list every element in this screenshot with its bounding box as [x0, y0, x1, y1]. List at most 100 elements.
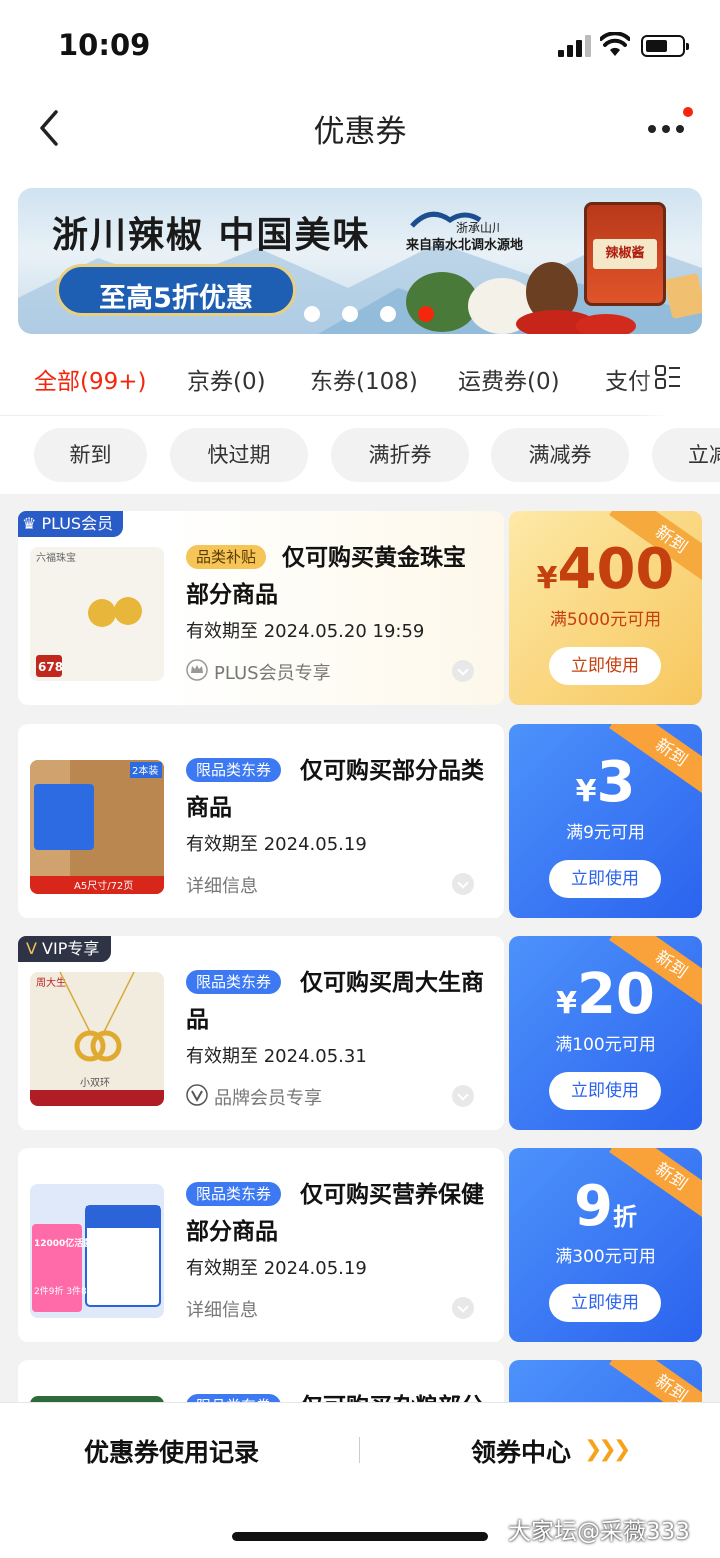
use-now-button[interactable]: 立即使用 — [549, 1284, 661, 1322]
expand-chevron-icon[interactable] — [452, 660, 474, 682]
more-menu-icon[interactable] — [646, 114, 692, 144]
plus-badge: ♛ PLUS会员 — [18, 511, 124, 537]
coupon-condition: 满9元可用 — [566, 823, 645, 843]
coupon-amount: ¥3 — [509, 750, 702, 815]
coupon-value-panel: 新到 ¥20 满100元可用 立即使用 — [509, 936, 702, 1130]
tab-jingquan[interactable]: 京券(0) — [187, 362, 266, 396]
coupon-title: 仅可购买周大生商品 — [186, 970, 484, 1033]
svg-text:678: 678 — [38, 660, 63, 674]
coupon-card[interactable]: 12000亿活菌 2件9折 3件8折 限品类东券 仅可购买营养保健部分商品 有效… — [18, 1143, 702, 1347]
tab-dongquan[interactable]: 东券(108) — [310, 362, 418, 396]
notch — [502, 700, 512, 710]
notch — [502, 913, 512, 923]
coupon-value-panel: 新到 ¥3 满9元可用 立即使用 — [509, 724, 702, 918]
coupon-amount: ¥20 — [509, 962, 702, 1027]
divider — [359, 1437, 360, 1463]
currency-symbol: ¥ — [575, 774, 597, 809]
coupon-card[interactable]: 2本装 A5尺寸/72页 限品类东券 仅可购买部分品类商品 有效期至 2024.… — [18, 719, 702, 923]
svg-text:小双环: 小双环 — [80, 1077, 110, 1089]
coupon-amount: 9折 — [509, 1174, 702, 1239]
tab-shipping[interactable]: 运费券(0) — [458, 362, 560, 396]
coupon-info: 2本装 A5尺寸/72页 限品类东券 仅可购买部分品类商品 有效期至 2024.… — [18, 724, 504, 918]
use-now-button[interactable]: 立即使用 — [549, 860, 661, 898]
jewelry-image: 六福珠宝 678 — [36, 551, 142, 677]
coupon-details-link[interactable]: 详细信息 — [186, 1296, 258, 1322]
notch — [502, 506, 512, 516]
banner-promo-text: 至高5折优惠 — [99, 283, 253, 314]
carousel-dot-active[interactable] — [418, 306, 434, 322]
coupon-value-panel: 新到 ¥400 满5000元可用 立即使用 — [509, 511, 702, 705]
sauce-jar: 辣椒酱 — [584, 202, 666, 306]
coupon-details-link[interactable]: 详细信息 — [186, 872, 258, 898]
product-thumbnail: 六福珠宝 678 — [30, 547, 164, 681]
notch — [502, 1143, 512, 1153]
chip-discount[interactable]: 满折券 — [331, 428, 469, 482]
use-now-button[interactable]: 立即使用 — [549, 1072, 661, 1110]
expand-chevron-icon[interactable] — [452, 873, 474, 895]
chip-new[interactable]: 新到 — [34, 428, 147, 482]
banner-promo-pill: 至高5折优惠 — [56, 264, 296, 316]
battery-icon — [641, 35, 689, 57]
coupon-info: 周大生 小双环 限品类东券 仅可购买周大生商品 有效期至 2024.05.31 … — [18, 936, 504, 1130]
coupon-center-button[interactable]: 领券中心 — [471, 1433, 571, 1469]
coupon-footer: PLUS会员专享 — [214, 663, 331, 684]
carousel-dot[interactable] — [342, 306, 358, 322]
chip-instant[interactable]: 立减券 — [652, 428, 720, 482]
category-tabs: 全部(99+) 京券(0) 东券(108) 运费券(0) 支付 — [0, 340, 720, 416]
filter-chips: 新到 快过期 满折券 满减券 立减券 — [0, 416, 720, 494]
nav-bar: 优惠券 — [0, 88, 720, 174]
coupon-expiry: 有效期至 2024.05.19 — [186, 834, 367, 855]
jar-label: 辣椒酱 — [593, 239, 657, 269]
vip-badge-label: VIP专享 — [42, 939, 100, 958]
status-bar: 10:09 — [0, 0, 720, 88]
coupon-title: 仅可购买部分品类商品 — [186, 758, 484, 821]
svg-text:六福珠宝: 六福珠宝 — [36, 551, 76, 564]
expand-chevron-icon[interactable] — [452, 1297, 474, 1319]
discount-value: 9 — [574, 1174, 613, 1239]
currency-symbol: ¥ — [556, 986, 577, 1021]
promo-banner[interactable]: 浙川辣椒 中国美味 至高5折优惠 浙承山川 来自南水北调水源地 辣椒酱 — [18, 188, 702, 334]
amount-value: 20 — [576, 962, 655, 1027]
discount-unit: 折 — [612, 1203, 637, 1231]
coupon-expiry: 有效期至 2024.05.31 — [186, 1046, 367, 1067]
vip-badge: V VIP专享 — [18, 936, 112, 962]
status-time: 10:09 — [58, 28, 151, 62]
necklace-image: 周大生 小双环 — [30, 972, 164, 1106]
coupon-condition: 满300元可用 — [555, 1247, 656, 1267]
carousel-dot[interactable] — [380, 306, 396, 322]
home-indicator[interactable] — [232, 1532, 488, 1541]
currency-symbol: ¥ — [536, 561, 558, 596]
coupon-expiry: 有效期至 2024.05.20 19:59 — [186, 621, 425, 642]
expand-chevron-icon[interactable] — [452, 1085, 474, 1107]
brand-member-icon — [186, 1084, 208, 1106]
crown-icon — [186, 659, 208, 681]
use-now-button[interactable]: 立即使用 — [549, 647, 661, 685]
carousel-dot[interactable] — [304, 306, 320, 322]
notch — [502, 931, 512, 941]
chip-expiring[interactable]: 快过期 — [170, 428, 308, 482]
grid-menu-icon[interactable] — [655, 365, 681, 389]
back-arrow-icon[interactable] — [36, 108, 62, 148]
svg-text:A5尺寸/72页: A5尺寸/72页 — [74, 879, 133, 892]
chip-reduction[interactable]: 满减券 — [491, 428, 629, 482]
coupon-history-button[interactable]: 优惠券使用记录 — [84, 1433, 259, 1469]
coupon-value-panel: 新到 9折 满300元可用 立即使用 — [509, 1148, 702, 1342]
notification-dot — [683, 107, 693, 117]
coupon-card[interactable]: 周大生 小双环 限品类东券 仅可购买周大生商品 有效期至 2024.05.31 … — [18, 931, 702, 1135]
tab-all[interactable]: 全部(99+) — [34, 362, 146, 396]
coupon-condition: 满100元可用 — [555, 1035, 656, 1055]
notch — [502, 1355, 512, 1365]
banner-section: 浙川辣椒 中国美味 至高5折优惠 浙承山川 来自南水北调水源地 辣椒酱 — [0, 174, 720, 340]
coupon-title: 仅可购买黄金珠宝部分商品 — [186, 545, 466, 608]
vip-v-icon: V — [26, 939, 37, 958]
coupon-card[interactable]: 六福珠宝 678 品类补贴 仅可购买黄金珠宝部分商品 有效期至 2024.05.… — [18, 506, 702, 710]
coupon-footer: 品牌会员专享 — [214, 1088, 322, 1109]
notch — [502, 1337, 512, 1347]
svg-text:周大生: 周大生 — [36, 976, 66, 989]
amount-value: 400 — [557, 537, 675, 602]
product-thumbnail: 2本装 A5尺寸/72页 — [30, 760, 164, 894]
coupon-info: 六福珠宝 678 品类补贴 仅可购买黄金珠宝部分商品 有效期至 2024.05.… — [18, 511, 504, 705]
supplement-image: 12000亿活菌 2件9折 3件8折 — [30, 1184, 164, 1318]
svg-text:2本装: 2本装 — [132, 764, 158, 777]
notch — [502, 1125, 512, 1135]
